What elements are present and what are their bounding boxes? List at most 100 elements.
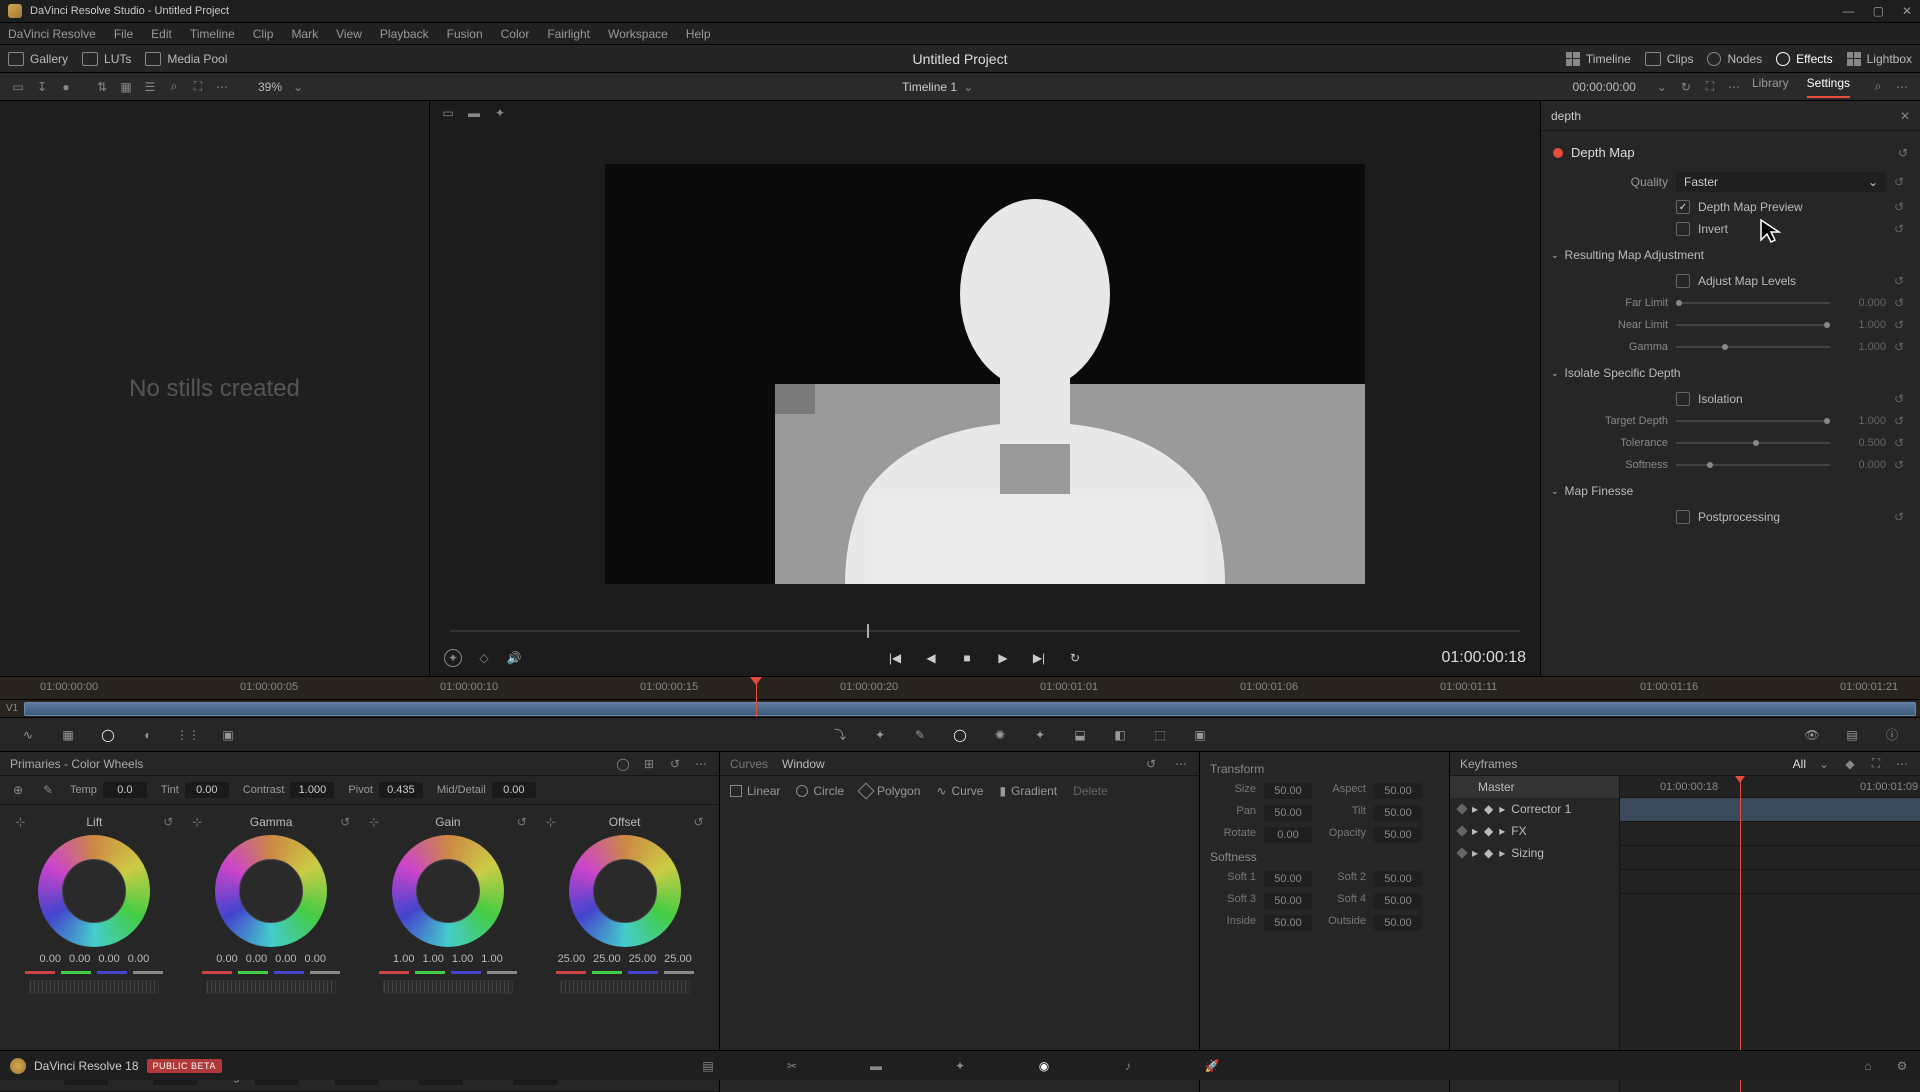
tab-settings[interactable]: Settings	[1807, 76, 1850, 98]
postprocessing-reset[interactable]: ↺	[1894, 510, 1908, 524]
loop-button[interactable]: ↻	[1066, 649, 1084, 667]
inside-value[interactable]: 50.00	[1264, 915, 1312, 931]
lift-ywheel[interactable]	[29, 980, 159, 994]
target-depth-reset[interactable]: ↺	[1894, 414, 1908, 428]
offset-ywheel[interactable]	[560, 980, 690, 994]
offset-wheel[interactable]	[569, 835, 681, 947]
gain-picker-icon[interactable]: ⊹	[369, 815, 379, 829]
window-curve[interactable]: ∿Curve	[936, 784, 983, 798]
magic-icon[interactable]: ✦	[1030, 725, 1050, 745]
sort-icon[interactable]: ⇅	[94, 79, 110, 95]
rotate-value[interactable]: 0.00	[1264, 827, 1312, 843]
kf-expand-icon[interactable]: ⛶	[1868, 756, 1884, 772]
invert-reset[interactable]: ↺	[1894, 222, 1908, 236]
menu-file[interactable]: File	[114, 27, 133, 41]
loop-icon[interactable]: ↻	[1678, 79, 1694, 95]
contrast-value[interactable]: 1.000	[290, 782, 334, 798]
far-limit-reset[interactable]: ↺	[1894, 296, 1908, 310]
tint-value[interactable]: 0.00	[185, 782, 229, 798]
menu-color[interactable]: Color	[501, 27, 530, 41]
prev-frame-button[interactable]: ◀	[922, 649, 940, 667]
viewer-wand-icon[interactable]: ✦	[492, 105, 508, 121]
mediapool-toggle[interactable]: Media Pool	[145, 52, 227, 66]
play-button[interactable]: ▶	[994, 649, 1012, 667]
first-frame-button[interactable]: |◀	[886, 649, 904, 667]
offset-reset-icon[interactable]: ↺	[694, 815, 704, 829]
scopes-icon[interactable]: ▤	[1842, 725, 1862, 745]
video-clip[interactable]	[24, 702, 1916, 716]
kf-fx[interactable]: ▸◆▸FX	[1450, 820, 1619, 842]
search-icon[interactable]: ⌕	[166, 79, 182, 95]
window-polygon[interactable]: Polygon	[860, 784, 920, 798]
curves-icon[interactable]: ∿	[18, 725, 38, 745]
isolation-checkbox[interactable]	[1676, 392, 1690, 406]
rgb-icon[interactable]: ⋮⋮	[178, 725, 198, 745]
soft4-value[interactable]: 50.00	[1374, 893, 1422, 909]
page-cut[interactable]: ✂	[780, 1056, 804, 1076]
window-linear[interactable]: Linear	[730, 784, 780, 798]
minimize-button[interactable]: —	[1843, 4, 1855, 18]
gamma-picker-icon[interactable]: ⊹	[192, 815, 202, 829]
viewer[interactable]	[430, 125, 1540, 622]
lift-reset-icon[interactable]: ↺	[163, 815, 173, 829]
picker-icon[interactable]: ✎	[910, 725, 930, 745]
grid-view-icon[interactable]: ▦	[118, 79, 134, 95]
offset-picker-icon[interactable]: ⊹	[546, 815, 556, 829]
menu-fairlight[interactable]: Fairlight	[547, 27, 590, 41]
maximize-button[interactable]: ▢	[1873, 4, 1884, 18]
timeline-icon[interactable]: ◇	[476, 650, 492, 666]
opacity-value[interactable]: 50.00	[1374, 827, 1422, 843]
viewer-more-icon[interactable]: ⋯	[1726, 79, 1742, 95]
effects-search-input[interactable]	[1551, 109, 1900, 123]
pivot-value[interactable]: 0.435	[379, 782, 423, 798]
gallery-toggle[interactable]: Gallery	[8, 52, 68, 66]
target-depth-slider[interactable]	[1676, 420, 1830, 422]
log-icon[interactable]: ◐	[138, 725, 158, 745]
zoom-level[interactable]: 39%	[258, 80, 282, 94]
page-media[interactable]: ▤	[696, 1056, 720, 1076]
track-label[interactable]: V1	[0, 700, 24, 717]
lift-wheel[interactable]	[38, 835, 150, 947]
blur-icon[interactable]: ⬓	[1070, 725, 1090, 745]
gamma-value[interactable]: 1.000	[1838, 341, 1886, 353]
gain-ywheel[interactable]	[383, 980, 513, 994]
softness-value[interactable]: 0.000	[1838, 459, 1886, 471]
effects-toggle[interactable]: Effects	[1776, 52, 1832, 66]
gallery-sort-icon[interactable]: ↧	[34, 79, 50, 95]
far-limit-value[interactable]: 0.000	[1838, 297, 1886, 309]
page-edit[interactable]: ▬	[864, 1056, 888, 1076]
timeline-toggle[interactable]: Timeline	[1566, 52, 1631, 66]
effect-enabled-dot[interactable]	[1553, 148, 1563, 158]
kf-sizing[interactable]: ▸◆▸Sizing	[1450, 842, 1619, 864]
viewer-timecode[interactable]: 00:00:00:00	[1573, 80, 1636, 94]
timeline-ruler[interactable]: 01:00:00:00 01:00:00:05 01:00:00:10 01:0…	[0, 676, 1920, 700]
tracker-icon[interactable]: ✺	[990, 725, 1010, 745]
window-icon[interactable]: ◯	[950, 725, 970, 745]
tab-library[interactable]: Library	[1752, 76, 1789, 98]
primaries-icon[interactable]: ◯	[98, 725, 118, 745]
gamma-slider[interactable]	[1676, 346, 1830, 348]
gamma-wheel[interactable]	[215, 835, 327, 947]
kf-eye-icon[interactable]: 👁	[1802, 725, 1822, 745]
wheels-mode1-icon[interactable]: ◯	[615, 756, 631, 772]
tc-dropdown-icon[interactable]: ⌄	[1654, 79, 1670, 95]
tolerance-value[interactable]: 0.500	[1838, 437, 1886, 449]
kf-master[interactable]: Master	[1450, 776, 1619, 798]
wheels-more-icon[interactable]: ⋯	[693, 756, 709, 772]
tilt-value[interactable]: 50.00	[1374, 805, 1422, 821]
menu-edit[interactable]: Edit	[151, 27, 172, 41]
gain-wheel[interactable]	[392, 835, 504, 947]
menu-view[interactable]: View	[336, 27, 362, 41]
menu-fusion[interactable]: Fusion	[447, 27, 483, 41]
wheels-mode2-icon[interactable]: ⊞	[641, 756, 657, 772]
soft3-value[interactable]: 50.00	[1264, 893, 1312, 909]
postprocessing-checkbox[interactable]	[1676, 510, 1690, 524]
size-value[interactable]: 50.00	[1264, 783, 1312, 799]
page-fusion[interactable]: ✦	[948, 1056, 972, 1076]
aspect-value[interactable]: 50.00	[1374, 783, 1422, 799]
window-delete[interactable]: Delete	[1073, 784, 1108, 798]
custom-curves-icon[interactable]: ⤵	[830, 725, 850, 745]
kf-playhead[interactable]	[1740, 776, 1741, 1092]
page-fairlight[interactable]: ♪	[1116, 1056, 1140, 1076]
section-finesse[interactable]: ⌄Map Finesse	[1541, 476, 1920, 506]
